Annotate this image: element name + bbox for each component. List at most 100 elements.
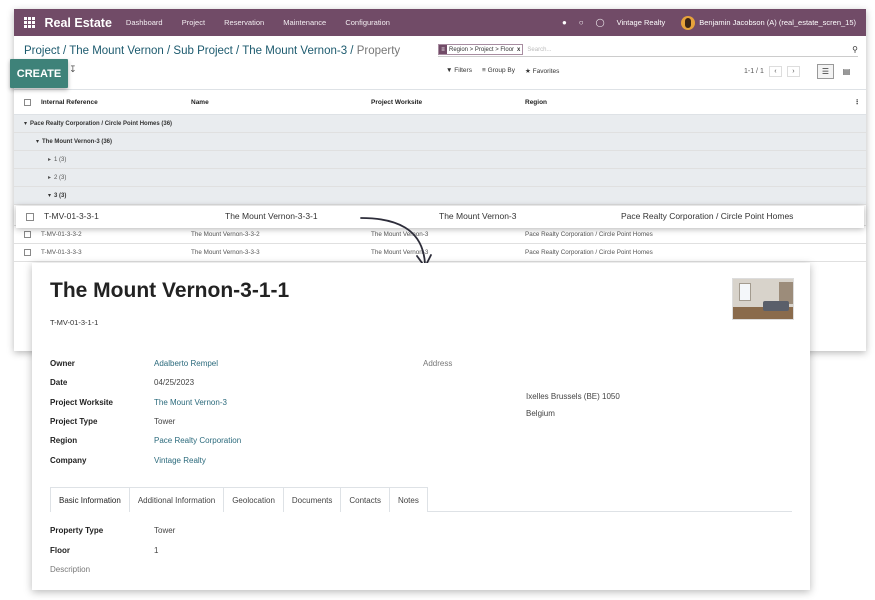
record-title[interactable]: The Mount Vernon-3-1-1 [50,279,289,303]
floor-label: Floor [50,546,70,555]
breadcrumb-item-mount-vernon[interactable]: The Mount Vernon [69,45,164,57]
top-navbar: Real Estate Dashboard Project Reservatio… [14,9,866,36]
description-label: Description [50,565,91,574]
table-row-highlighted[interactable]: T-MV-01-3-3-1 The Mount Vernon-3-3-1 The… [16,206,864,228]
row-checkbox[interactable] [24,231,31,238]
group-row-floor-2[interactable]: ▸ 2 (3) [14,169,866,187]
star-icon: ★ [525,68,531,75]
create-button[interactable]: CREATE [10,59,68,88]
column-options-icon[interactable]: ⋮ [854,98,861,106]
search-bar[interactable]: ≡ Region > Project > Floor x Search... ⚲ [438,43,858,57]
tab-basic-information[interactable]: Basic Information [50,487,130,512]
date-field[interactable]: 04/25/2023 [154,378,194,387]
group-label: 1 (3) [54,156,67,163]
image-window [739,283,751,301]
filters-button[interactable]: ▼ Filters [446,67,472,75]
list-header: Internal Reference Name Project Worksite… [14,90,866,115]
column-name[interactable]: Name [191,99,209,106]
group-row-floor-1[interactable]: ▸ 1 (3) [14,151,866,169]
owner-field[interactable]: Adalberto Rempel [154,359,218,368]
region-label: Region [50,436,78,445]
column-region[interactable]: Region [525,99,547,106]
group-label: The Mount Vernon-3 (36) [42,138,113,145]
owner-label: Owner [50,359,75,368]
bug-icon[interactable]: ● [562,18,567,27]
graph-view-icon[interactable]: ▤ [838,64,855,79]
table-row[interactable]: T-MV-01-3-3-3 The Mount Vernon-3-3-3 The… [14,244,866,262]
menu-item-reservation[interactable]: Reservation [224,18,264,27]
property-type-field[interactable]: Tower [154,526,175,535]
property-form: The Mount Vernon-3-1-1 T-MV-01-3-1-1 Own… [32,263,810,590]
tab-contacts[interactable]: Contacts [340,487,390,512]
filter-icon: ▼ [446,67,453,74]
search-input[interactable]: Search... [527,47,551,53]
pager-next-button[interactable]: › [786,66,800,77]
breadcrumb-item-sub-project[interactable]: Sub Project [173,45,232,57]
clock-icon[interactable]: ◯ [596,18,605,27]
group-label: Pace Realty Corporation / Circle Point H… [30,120,173,127]
record-reference[interactable]: T-MV-01-3-1-1 [50,318,98,327]
row-checkbox[interactable] [26,213,34,221]
address-line-country[interactable]: Belgium [526,409,555,418]
search-icon[interactable]: ⚲ [852,45,858,54]
caret-down-icon: ▾ [36,139,40,145]
table-row[interactable]: T-MV-01-3-3-2 The Mount Vernon-3-3-2 The… [14,226,866,244]
select-all-checkbox[interactable] [24,98,31,106]
breadcrumb: Project / The Mount Vernon / Sub Project… [24,45,400,57]
pager-value[interactable]: 1-1 / 1 [744,68,764,75]
group-row-floor-3[interactable]: ▾ 3 (3) [14,187,866,205]
favorites-label: Favorites [532,68,560,75]
row-checkbox[interactable] [24,249,31,256]
filters-label: Filters [454,67,472,74]
caret-right-icon: ▸ [48,175,52,181]
chat-icon[interactable]: ○ [579,18,584,27]
column-project-worksite[interactable]: Project Worksite [371,99,422,106]
user-avatar[interactable] [681,15,696,30]
facet-remove-icon[interactable]: x [517,47,520,53]
pager-previous-button[interactable]: ‹ [768,66,782,77]
address-label: Address [423,359,453,368]
search-facet[interactable]: ≡ Region > Project > Floor x [438,44,524,55]
cell-name: The Mount Vernon-3-3-2 [191,231,260,238]
user-menu[interactable]: Benjamin Jacobson (A) (real_estate_scren… [699,18,856,27]
breadcrumb-item-mount-vernon-3[interactable]: The Mount Vernon-3 [242,45,347,57]
tab-geolocation[interactable]: Geolocation [223,487,284,512]
worksite-field[interactable]: The Mount Vernon-3 [154,398,227,407]
group-by-button[interactable]: ≡ Group By [482,67,515,75]
property-image[interactable] [732,278,794,320]
worksite-label: Project Worksite [50,398,113,407]
tab-notes[interactable]: Notes [388,487,428,512]
menu-item-configuration[interactable]: Configuration [345,18,390,27]
company-field[interactable]: Vintage Realty [154,456,206,465]
company-switcher[interactable]: Vintage Realty [617,18,666,27]
group-label: 2 (3) [54,174,67,181]
cell-worksite: The Mount Vernon-3 [439,211,517,221]
column-internal-reference[interactable]: Internal Reference [41,99,98,106]
tab-documents[interactable]: Documents [282,487,342,512]
group-by-label: Group By [487,67,516,74]
cell-ref: T-MV-01-3-3-2 [41,231,82,238]
list-icon: ≡ [481,67,486,74]
control-panel: Project / The Mount Vernon / Sub Project… [14,36,866,90]
floor-field[interactable]: 1 [154,546,158,555]
menu-item-dashboard[interactable]: Dashboard [126,18,163,27]
tab-additional-information[interactable]: Additional Information [128,487,225,512]
project-type-field[interactable]: Tower [154,417,175,426]
group-row-project[interactable]: ▾ The Mount Vernon-3 (36) [14,133,866,151]
cell-ref: T-MV-01-3-3-1 [44,211,99,221]
pager: 1-1 / 1 ‹ › [744,66,800,77]
list-view-icon[interactable]: ☰ [817,64,834,79]
caret-down-icon: ▾ [24,121,28,127]
menu-item-maintenance[interactable]: Maintenance [283,18,326,27]
favorites-button[interactable]: ★ Favorites [525,67,559,75]
group-row-region[interactable]: ▾ Pace Realty Corporation / Circle Point… [14,115,866,133]
app-name[interactable]: Real Estate [45,16,112,30]
project-type-label: Project Type [50,417,98,426]
menu-item-project[interactable]: Project [182,18,205,27]
address-line-city[interactable]: Ixelles Brussels (BE) 1050 [526,392,620,401]
breadcrumb-item-project[interactable]: Project [24,45,60,57]
view-switcher: ☰ ▤ [817,64,855,79]
region-field[interactable]: Pace Realty Corporation [154,436,241,445]
apps-menu-icon[interactable] [24,17,35,28]
download-icon[interactable]: ↧ [69,64,77,75]
